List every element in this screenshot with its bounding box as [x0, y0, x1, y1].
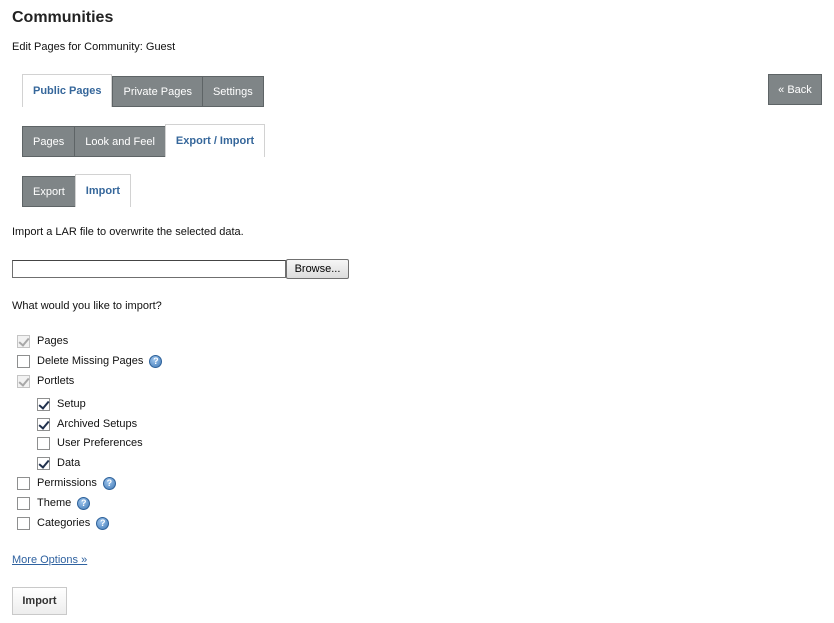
tab-export[interactable]: Export: [22, 176, 75, 207]
more-options-link[interactable]: More Options »: [12, 554, 87, 566]
option-user-preferences: User Preferences: [37, 435, 143, 451]
import-question: What would you like to import?: [12, 300, 162, 312]
categories-checkbox[interactable]: [17, 516, 30, 530]
help-icon[interactable]: ?: [96, 516, 110, 530]
top-tabs: Public Pages Private Pages Settings: [22, 74, 264, 107]
option-portlets: Portlets: [17, 373, 74, 389]
second-tabs: Pages Look and Feel Export / Import: [22, 124, 266, 157]
archived-setups-checkbox[interactable]: [37, 417, 50, 431]
option-permissions: Permissions ?: [17, 475, 116, 491]
tab-settings[interactable]: Settings: [201, 76, 264, 107]
user-preferences-checkbox[interactable]: [37, 436, 50, 450]
help-icon[interactable]: ?: [77, 496, 91, 510]
permissions-checkbox[interactable]: [17, 476, 30, 490]
tab-public-pages[interactable]: Public Pages: [22, 74, 113, 107]
theme-label: Theme: [37, 497, 72, 509]
back-button[interactable]: « Back: [768, 74, 822, 105]
delete-missing-pages-checkbox[interactable]: [17, 354, 30, 368]
tab-look-and-feel[interactable]: Look and Feel: [74, 126, 165, 157]
help-icon[interactable]: ?: [102, 476, 116, 490]
tab-private-pages[interactable]: Private Pages: [112, 76, 202, 107]
permissions-label: Permissions: [37, 477, 97, 489]
option-setup: Setup: [37, 396, 86, 412]
tab-pages[interactable]: Pages: [22, 126, 75, 157]
tab-import[interactable]: Import: [74, 174, 132, 207]
data-label: Data: [57, 457, 81, 469]
option-categories: Categories ?: [17, 515, 110, 531]
option-theme: Theme ?: [17, 495, 91, 511]
tab-export-import[interactable]: Export / Import: [164, 124, 266, 157]
third-tabs: Export Import: [22, 174, 132, 207]
archived-setups-label: Archived Setups: [57, 418, 138, 430]
user-preferences-label: User Preferences: [57, 437, 143, 449]
import-button[interactable]: Import: [12, 587, 67, 615]
setup-checkbox[interactable]: [37, 397, 50, 411]
theme-checkbox[interactable]: [17, 496, 30, 510]
browse-button[interactable]: Browse...: [286, 259, 349, 279]
page-title: Communities: [12, 9, 114, 26]
portlets-checkbox[interactable]: [17, 374, 30, 388]
delete-missing-pages-label: Delete Missing Pages: [37, 355, 144, 367]
option-archived-setups: Archived Setups: [37, 416, 137, 432]
help-icon[interactable]: ?: [149, 354, 163, 368]
categories-label: Categories: [37, 517, 91, 529]
page-subtitle: Edit Pages for Community: Guest: [12, 41, 176, 53]
setup-label: Setup: [57, 398, 86, 410]
file-path-input[interactable]: [12, 260, 286, 278]
option-pages: Pages: [17, 333, 68, 349]
portlets-label: Portlets: [37, 375, 75, 387]
option-delete-missing-pages: Delete Missing Pages ?: [17, 353, 163, 369]
pages-checkbox[interactable]: [17, 334, 30, 348]
data-checkbox[interactable]: [37, 456, 50, 470]
import-description: Import a LAR file to overwrite the selec…: [12, 226, 244, 238]
option-data: Data: [37, 455, 80, 471]
pages-label: Pages: [37, 335, 69, 347]
